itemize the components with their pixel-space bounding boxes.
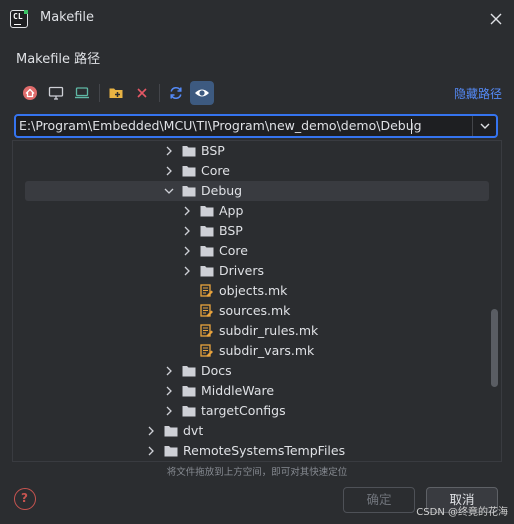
project-button[interactable] <box>70 81 94 105</box>
folder-icon <box>182 386 196 397</box>
desktop-icon <box>48 86 64 100</box>
tree-item-label: App <box>219 203 244 218</box>
tree-scrollbar-thumb[interactable] <box>491 309 498 387</box>
watermark: CSDN @终竟的花海 <box>416 507 508 518</box>
show-hidden-files-toggle[interactable] <box>190 81 214 105</box>
tree-row[interactable]: RemoteSystemsTempFiles <box>13 441 491 461</box>
chevron-down-icon <box>480 123 490 129</box>
tree-item-label: BSP <box>219 223 243 238</box>
tree-row[interactable]: subdir_vars.mk <box>13 341 491 361</box>
chevron-right-icon[interactable] <box>145 445 157 457</box>
folder-icon <box>164 426 178 437</box>
new-folder-button[interactable] <box>104 81 128 105</box>
makefile-icon <box>200 284 213 297</box>
delete-icon <box>137 88 147 98</box>
makefile-icon <box>200 304 213 317</box>
chevron-right-icon[interactable] <box>163 365 175 377</box>
toolbar <box>18 80 498 106</box>
tree-item-label: sources.mk <box>219 303 291 318</box>
chevron-right-icon[interactable] <box>181 225 193 237</box>
tree-row[interactable]: targetConfigs <box>13 401 491 421</box>
tree-item-label: Core <box>219 243 248 258</box>
home-icon <box>23 86 37 100</box>
delete-button[interactable] <box>130 81 154 105</box>
path-history-dropdown[interactable] <box>472 116 496 136</box>
new-folder-icon <box>109 88 123 98</box>
folder-icon <box>200 206 214 217</box>
makefile-icon <box>200 324 213 337</box>
tree-row[interactable]: Docs <box>13 361 491 381</box>
refresh-icon <box>170 87 182 99</box>
folder-icon <box>200 266 214 277</box>
tree-item-label: MiddleWare <box>201 383 275 398</box>
tree-item-label: Core <box>201 163 230 178</box>
tree-item-label: Debug <box>201 183 243 198</box>
makefile-path-field[interactable] <box>14 114 498 138</box>
chevron-right-icon[interactable] <box>163 165 175 177</box>
tree-item-label: subdir_rules.mk <box>219 323 319 338</box>
hide-path-link[interactable]: 隐藏路径 <box>454 85 502 102</box>
text-caret <box>411 119 412 134</box>
chevron-right-icon[interactable] <box>145 425 157 437</box>
desktop-button[interactable] <box>44 81 68 105</box>
folder-icon <box>164 446 178 457</box>
chevron-right-icon[interactable] <box>181 205 193 217</box>
help-button[interactable]: ? <box>14 488 36 510</box>
tree-item-label: dvt <box>183 423 204 438</box>
clion-logo-icon: CL <box>10 10 28 28</box>
tree-item-label: RemoteSystemsTempFiles <box>183 443 346 458</box>
title-bar: CL Makefile <box>0 0 514 38</box>
tree-row[interactable]: Core <box>13 241 491 261</box>
window-title: Makefile <box>40 10 95 25</box>
chevron-right-icon[interactable] <box>181 265 193 277</box>
tree-row-selected[interactable]: Debug <box>13 181 491 201</box>
selection-highlight <box>25 181 489 201</box>
toolbar-separator <box>99 84 100 102</box>
folder-icon <box>182 186 196 197</box>
folder-icon <box>200 246 214 257</box>
chevron-right-icon[interactable] <box>163 385 175 397</box>
tree-row[interactable]: Core <box>13 161 491 181</box>
tree-row[interactable]: Drivers <box>13 261 491 281</box>
tree-item-label: objects.mk <box>219 283 288 298</box>
close-icon <box>490 13 502 25</box>
folder-icon <box>200 226 214 237</box>
folder-icon <box>182 366 196 377</box>
ok-button[interactable]: 确定 <box>343 487 415 513</box>
path-input[interactable] <box>19 117 473 135</box>
chevron-right-icon[interactable] <box>163 145 175 157</box>
tree-item-label: targetConfigs <box>201 403 286 418</box>
section-label: Makefile 路径 <box>16 52 101 67</box>
tree-row[interactable]: objects.mk <box>13 281 491 301</box>
tree-item-label: subdir_vars.mk <box>219 343 315 358</box>
question-mark-icon: ? <box>21 491 28 505</box>
file-tree[interactable]: BSP Core Debug App BSP Core Drivers obje… <box>12 140 502 462</box>
show-hidden-icon <box>195 89 209 97</box>
close-button[interactable] <box>486 9 506 29</box>
chevron-down-icon[interactable] <box>163 185 175 197</box>
chevron-right-icon[interactable] <box>163 405 175 417</box>
tree-row[interactable]: BSP <box>13 221 491 241</box>
tree-item-label: Drivers <box>219 263 264 278</box>
tree-row[interactable]: sources.mk <box>13 301 491 321</box>
toolbar-separator <box>159 84 160 102</box>
tree-row[interactable]: BSP <box>13 141 491 161</box>
folder-icon <box>182 406 196 417</box>
home-button[interactable] <box>18 81 42 105</box>
tree-row[interactable]: MiddleWare <box>13 381 491 401</box>
drop-hint-text: 将文件拖放到上方空间，即可对其快速定位 <box>166 467 348 478</box>
tree-item-label: BSP <box>201 143 225 158</box>
chevron-right-icon[interactable] <box>181 245 193 257</box>
project-icon <box>75 87 89 99</box>
tree-item-label: Docs <box>201 363 232 378</box>
folder-icon <box>182 146 196 157</box>
logo-text: CL <box>13 12 23 21</box>
folder-icon <box>182 166 196 177</box>
makefile-icon <box>200 344 213 357</box>
tree-row[interactable]: subdir_rules.mk <box>13 321 491 341</box>
tree-row[interactable]: dvt <box>13 421 491 441</box>
refresh-button[interactable] <box>164 81 188 105</box>
tree-row[interactable]: App <box>13 201 491 221</box>
